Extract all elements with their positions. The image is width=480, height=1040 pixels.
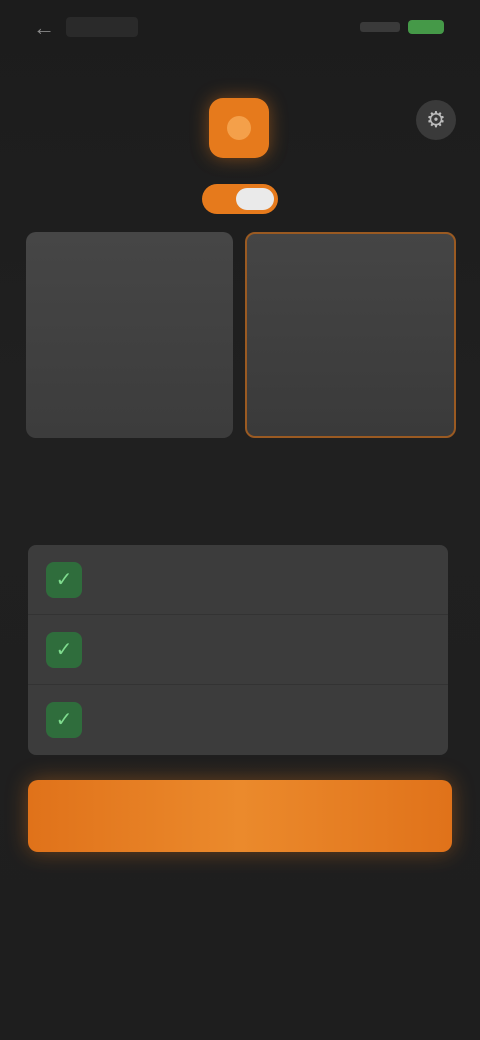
subscribe-button[interactable] (28, 780, 452, 852)
billing-toggle-row (0, 183, 480, 215)
status-bar-indicators (360, 20, 444, 34)
feature-item: ✓ (28, 545, 448, 615)
status-bar: ← (0, 0, 480, 56)
billing-toggle[interactable] (202, 184, 278, 214)
toggle-knob (236, 188, 274, 210)
features-list: ✓ ✓ ✓ (28, 545, 448, 755)
battery-icon (408, 20, 444, 34)
check-icon: ✓ (46, 561, 82, 598)
check-icon: ✓ (46, 702, 82, 738)
back-arrow-icon[interactable]: ← (30, 14, 58, 42)
plan-options (26, 232, 456, 438)
plan-card-1[interactable] (26, 232, 233, 438)
plan-card-2[interactable] (245, 232, 456, 438)
paywall-screen: ← ⚙ ✓ ✓ ✓ (0, 0, 480, 1040)
logo-glyph (227, 116, 251, 140)
feature-item: ✓ (28, 685, 448, 755)
status-bar-time (66, 17, 138, 37)
gear-icon[interactable]: ⚙ (416, 100, 456, 140)
feature-item: ✓ (28, 615, 448, 685)
app-logo-icon (209, 98, 269, 158)
check-icon: ✓ (46, 631, 82, 668)
signal-icon (360, 22, 400, 32)
